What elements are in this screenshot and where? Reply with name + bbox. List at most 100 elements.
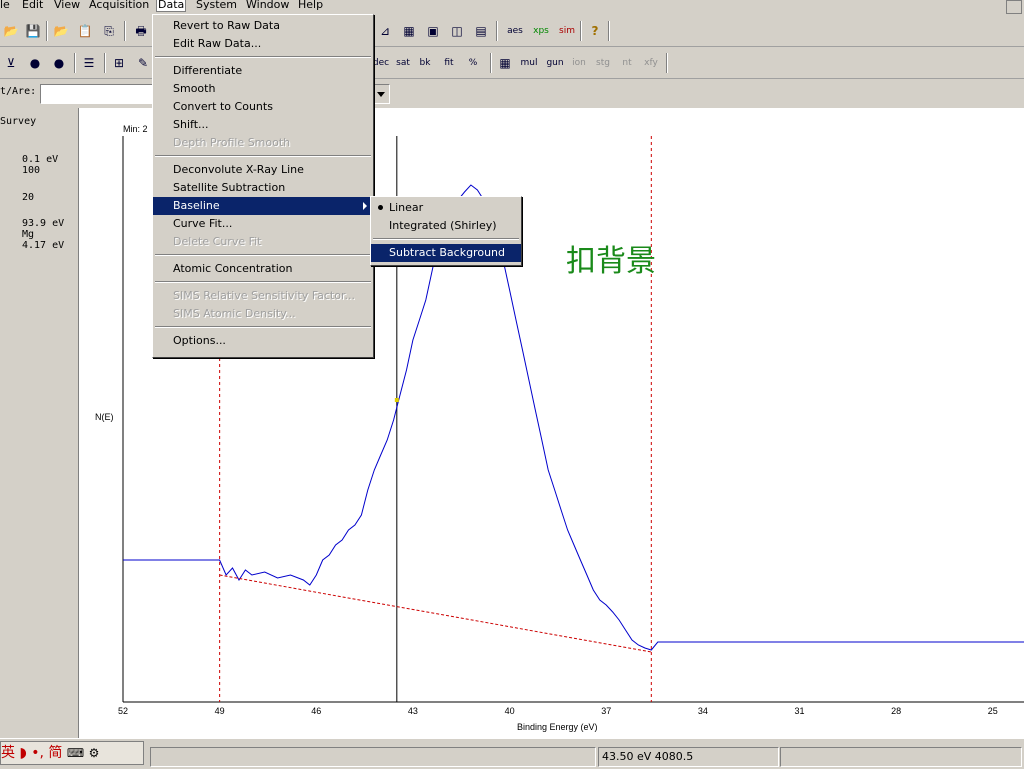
bk-button[interactable]: bk (416, 54, 434, 72)
status-bar: 英 ◗ •, 简 ⌨ ⚙ 43.50 eV 4080.5 (0, 738, 1024, 769)
menu-item-satellite-subtraction[interactable]: Satellite Subtraction (153, 179, 373, 197)
spot-minus-icon[interactable]: ● (50, 54, 68, 72)
xps-button[interactable]: xps (530, 22, 552, 40)
submenu-item-integrated-shirley[interactable]: Integrated (Shirley) (371, 217, 521, 235)
menu-file[interactable]: le (0, 0, 10, 11)
open-icon[interactable]: 📂 (2, 22, 20, 40)
plot-min-label: Min: 2 (123, 124, 148, 134)
y-axis-label: N(E) (95, 412, 114, 422)
dropdown-arrow-button[interactable] (372, 84, 390, 104)
menu-window[interactable]: Window (246, 0, 289, 11)
submenu-item-subtract-background[interactable]: Subtract Background (371, 244, 521, 262)
menu-edit[interactable]: Edit (22, 0, 43, 11)
status-extra-field (780, 747, 1022, 767)
submenu-item-label: Subtract Background (389, 246, 505, 259)
menu-item-differentiate[interactable]: Differentiate (153, 62, 373, 80)
menu-item-atomic-concentration[interactable]: Atomic Concentration (153, 260, 373, 278)
background-baseline-line (219, 574, 652, 653)
menu-item-depth-profile-smooth[interactable]: Depth Profile Smooth (153, 134, 373, 152)
info-pass-energy: 93.9 eV (22, 218, 65, 229)
xfy-button[interactable]: xfy (642, 54, 660, 72)
ime-toolbar[interactable]: 英 ◗ •, 简 ⌨ ⚙ (0, 741, 144, 765)
menu-item-options[interactable]: Options... (153, 332, 373, 350)
aes-button[interactable]: aes (504, 22, 526, 40)
gun-button[interactable]: gun (544, 54, 566, 72)
menu-system[interactable]: System (196, 0, 237, 11)
x-tick-label: 25 (988, 706, 998, 716)
percent-button[interactable]: % (464, 54, 482, 72)
menu-acquisition[interactable]: Acquisition (89, 0, 149, 11)
menu-item-label: Smooth (173, 82, 216, 95)
x-tick-label: 46 (311, 706, 321, 716)
edit-plot-icon[interactable]: ✎ (134, 54, 152, 72)
line-plot-icon[interactable]: ⊿ (376, 22, 394, 40)
menu-separator (155, 155, 371, 157)
fit-button[interactable]: fit (440, 54, 458, 72)
keyboard-icon[interactable]: ⌨ (67, 746, 84, 760)
spot-icon[interactable]: ● (26, 54, 44, 72)
ion-button[interactable]: ion (570, 54, 588, 72)
grid-plot-icon[interactable]: ▦ (400, 22, 418, 40)
info-dwell: 100 (22, 165, 41, 176)
chevron-down-icon (377, 92, 385, 97)
peak-icon[interactable]: ◫ (448, 22, 466, 40)
mul-button[interactable]: mul (518, 54, 540, 72)
help-icon[interactable]: ? (586, 22, 604, 40)
menu-help[interactable]: Help (298, 0, 323, 11)
menu-item-label: Baseline (173, 199, 220, 212)
menu-item-delete-curve-fit[interactable]: Delete Curve Fit (153, 233, 373, 251)
menu-item-shift[interactable]: Shift... (153, 116, 373, 134)
menu-data[interactable]: Data (155, 0, 187, 12)
toolbar-separator (580, 21, 582, 41)
menu-separator (155, 56, 371, 58)
menu-item-curve-fit[interactable]: Curve Fit... (153, 215, 373, 233)
nt-button[interactable]: nt (618, 54, 636, 72)
annotation-subtract-background: 扣背景 (566, 244, 656, 279)
image-plot-icon[interactable]: ▣ (424, 22, 442, 40)
calc-icon[interactable]: ▦ (496, 54, 514, 72)
list-icon[interactable]: ☰ (80, 54, 98, 72)
x-tick-label: 31 (795, 706, 805, 716)
menu-item-revert-to-raw-data[interactable]: Revert to Raw Data (153, 17, 373, 35)
print-icon[interactable]: 🖶 (132, 22, 150, 40)
menu-view[interactable]: View (54, 0, 80, 11)
menu-item-deconvolute-x-ray-line[interactable]: Deconvolute X-Ray Line (153, 161, 373, 179)
menu-item-baseline[interactable]: Baseline (153, 197, 373, 215)
copy-icon[interactable]: ⎘ (100, 22, 118, 40)
dec-button[interactable]: dec (372, 54, 390, 72)
info-work-function: 4.17 eV (22, 240, 65, 251)
menu-item-edit-raw-data[interactable]: Edit Raw Data... (153, 35, 373, 53)
menu-separator (155, 326, 371, 328)
menu-item-sims-atomic-density[interactable]: SIMS Atomic Density... (153, 305, 373, 323)
area-input[interactable] (40, 84, 154, 104)
submenu-item-linear[interactable]: Linear (371, 199, 521, 217)
stack-icon[interactable]: ▤ (472, 22, 490, 40)
sim-button[interactable]: sim (556, 22, 578, 40)
menu-item-label: Depth Profile Smooth (173, 136, 291, 149)
clipboard-icon[interactable]: 📋 (76, 22, 94, 40)
menu-item-label: Deconvolute X-Ray Line (173, 163, 304, 176)
menu-item-smooth[interactable]: Smooth (153, 80, 373, 98)
stg-button[interactable]: stg (594, 54, 612, 72)
save-icon[interactable]: 💾 (24, 22, 42, 40)
menu-item-convert-to-counts[interactable]: Convert to Counts (153, 98, 373, 116)
spectrum-add-icon[interactable]: ⊻ (2, 54, 20, 72)
info-step: 0.1 eV (22, 154, 59, 165)
x-tick-label: 52 (118, 706, 128, 716)
scale-icon[interactable]: ⊞ (110, 54, 128, 72)
submenu-item-label: Integrated (Shirley) (389, 219, 497, 232)
ime-settings-icon[interactable]: ⚙ (89, 746, 100, 760)
menu-item-label: Atomic Concentration (173, 262, 293, 275)
menu-separator (155, 281, 371, 283)
menu-item-label: Shift... (173, 118, 209, 131)
menu-item-label: Curve Fit... (173, 217, 233, 230)
spectrum-info-panel: Survey 0.1 eV 100 20 93.9 eV Mg 4.17 eV (0, 108, 79, 738)
toolbar-separator (496, 21, 498, 41)
toolbar-separator (608, 21, 610, 41)
menu-item-sims-relative-sensitivity-factor[interactable]: SIMS Relative Sensitivity Factor... (153, 287, 373, 305)
x-tick-label: 49 (215, 706, 225, 716)
open-folder-icon[interactable]: 📂 (52, 22, 70, 40)
menu-item-label: Options... (173, 334, 226, 347)
minimize-button[interactable] (1006, 0, 1022, 14)
sat-button[interactable]: sat (394, 54, 412, 72)
